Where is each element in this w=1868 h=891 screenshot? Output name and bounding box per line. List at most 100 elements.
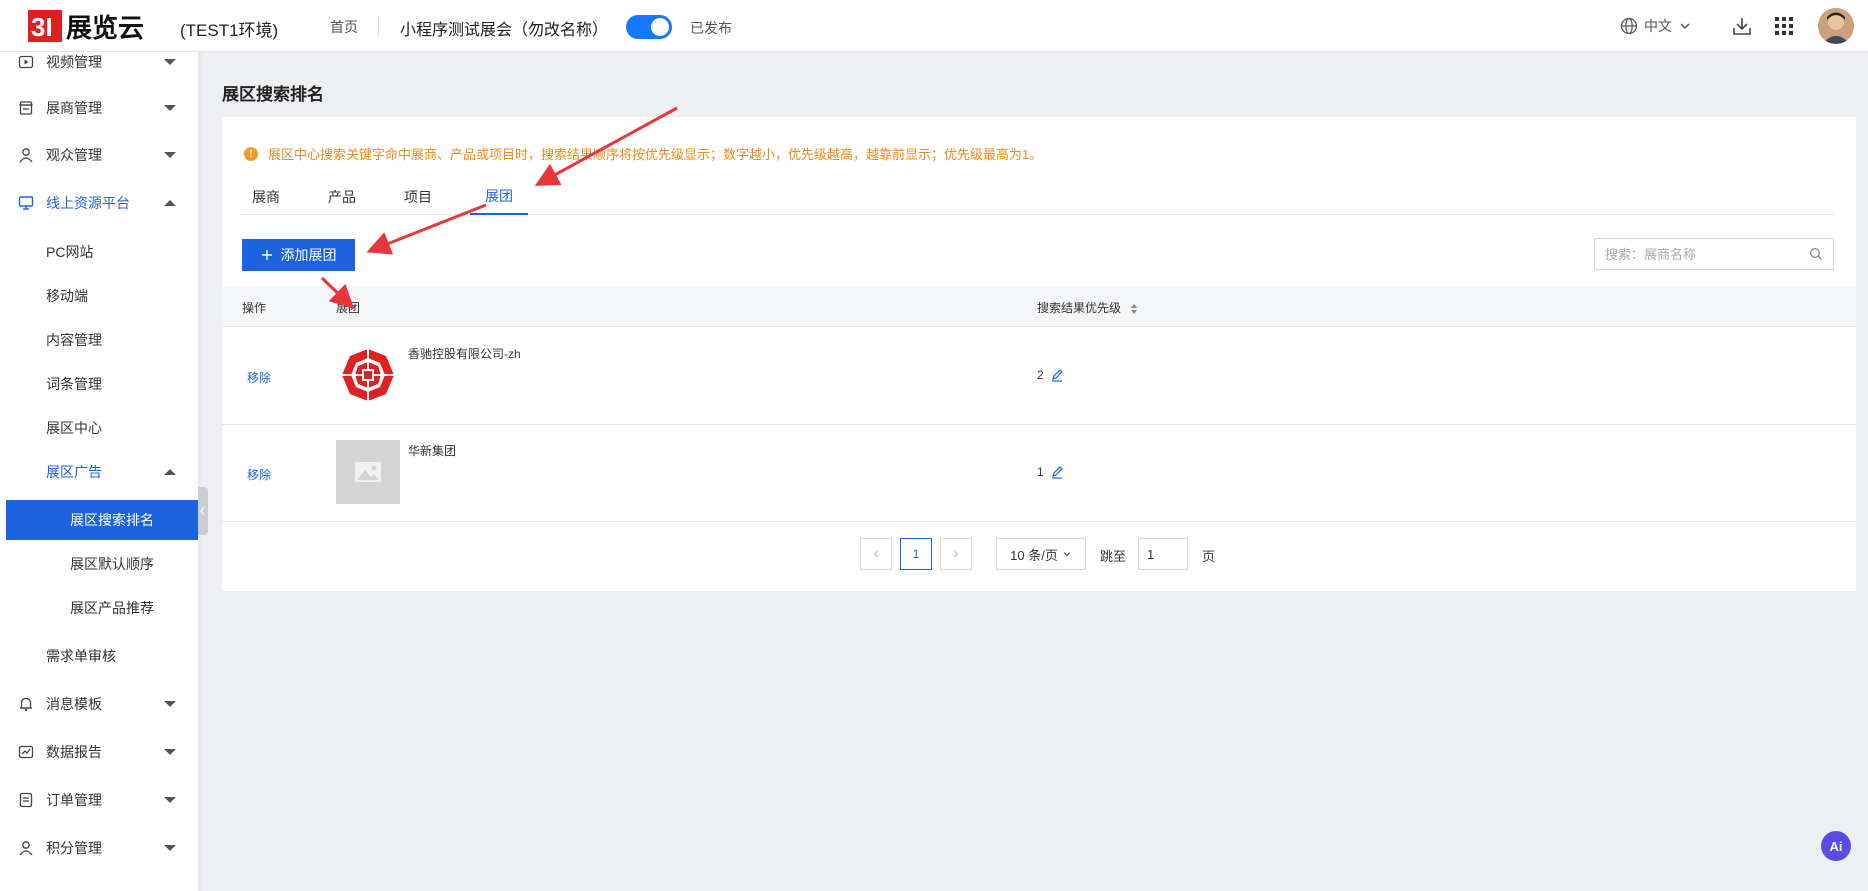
video-icon — [18, 55, 34, 69]
sidebar-item-points[interactable]: 积分管理 — [0, 826, 198, 870]
sidebar-item-label: 展区产品推荐 — [70, 600, 154, 616]
bell-icon — [20, 697, 32, 712]
sidebar-item-label: 线上资源平台 — [46, 195, 130, 211]
publish-status: 已发布 — [690, 20, 732, 36]
sidebar-collapse-handle[interactable] — [198, 487, 208, 535]
remove-link[interactable]: 移除 — [247, 466, 271, 483]
priority-cell: 2 — [1037, 368, 1064, 382]
sidebar-item-orders[interactable]: 订单管理 — [0, 778, 198, 822]
table-row: 移除 华新集团 1 — [222, 425, 1856, 522]
chevron-down-icon — [1063, 552, 1071, 557]
sidebar-item-pc-site[interactable]: PC网站 — [0, 232, 198, 272]
column-header-priority[interactable]: 搜索结果优先级 — [1037, 299, 1138, 316]
caret-down-icon — [164, 701, 176, 707]
chevron-right-icon — [954, 550, 959, 558]
language-selector[interactable]: 中文 — [1620, 15, 1692, 37]
sidebar-item-label: 订单管理 — [46, 792, 102, 808]
delegation-name: 香驰控股有限公司-zh — [408, 347, 521, 361]
notice-banner: ! 展区中心搜索关键字命中展商、产品或项目时，搜索结果顺序将按优先级显示；数字越… — [244, 144, 1042, 163]
delegation-name: 华新集团 — [408, 444, 457, 458]
table-header: 操作 展团 搜索结果优先级 — [222, 287, 1856, 327]
jump-label: 跳至 — [1100, 549, 1127, 564]
caret-down-icon — [164, 152, 176, 158]
apps-grid-icon[interactable] — [1772, 14, 1796, 38]
add-delegation-button[interactable]: 添加展团 — [242, 239, 355, 271]
brand-logo[interactable]: 3I 展览云 — [28, 8, 176, 44]
edit-icon[interactable] — [1050, 368, 1064, 382]
table-row: 移除 香驰控股有限公司-zh 2 — [222, 328, 1856, 425]
prev-page-button[interactable] — [860, 538, 892, 570]
sidebar-item-label: 展区广告 — [46, 464, 102, 480]
sidebar-item-content[interactable]: 内容管理 — [0, 320, 198, 360]
sidebar-item-zone-default-order[interactable]: 展区默认顺序 — [0, 544, 198, 584]
nav-divider — [378, 16, 379, 36]
tab-exhibitors[interactable]: 展商 — [242, 179, 290, 215]
publish-toggle[interactable] — [626, 15, 672, 39]
sidebar-item-online-resources[interactable]: 线上资源平台 — [0, 181, 198, 225]
tab-projects[interactable]: 项目 — [394, 179, 442, 215]
page-button-current[interactable]: 1 — [900, 538, 932, 570]
ai-assistant-button[interactable]: Ai — [1821, 831, 1851, 861]
sidebar-item-label: 数据报告 — [46, 744, 102, 760]
jump-page-input[interactable] — [1138, 538, 1188, 570]
chevron-down-icon — [1680, 23, 1690, 29]
sidebar-item-label: 视频管理 — [46, 54, 102, 70]
sidebar-item-label: 需求单审核 — [46, 648, 116, 664]
sidebar-item-mobile[interactable]: 移动端 — [0, 276, 198, 316]
priority-value: 2 — [1037, 368, 1044, 382]
tab-delegations[interactable]: 展团 — [470, 179, 528, 215]
chevron-left-icon — [873, 550, 878, 558]
sidebar: 视频管理 展商管理 观众管理 线上资源平台 PC网站 移动端 内容管理 词条管理… — [0, 52, 198, 891]
nav-home-link[interactable]: 首页 — [330, 17, 358, 37]
search-box — [1594, 238, 1834, 270]
caret-up-icon — [164, 469, 176, 475]
tab-bar: 展商 产品 项目 展团 — [242, 179, 1834, 215]
points-icon — [19, 841, 33, 856]
sidebar-item-label: 积分管理 — [46, 840, 102, 856]
image-placeholder-icon — [336, 440, 400, 504]
sidebar-item-label: 观众管理 — [46, 147, 102, 163]
top-bar: 3I 展览云 (TEST1环境) 首页 小程序测试展会（勿改名称） 已发布 中文 — [0, 0, 1868, 52]
user-icon — [19, 148, 33, 163]
priority-header-label: 搜索结果优先级 — [1037, 301, 1122, 315]
sidebar-item-zone-product-recommend[interactable]: 展区产品推荐 — [0, 588, 198, 628]
next-page-button[interactable] — [940, 538, 972, 570]
user-avatar[interactable] — [1818, 8, 1854, 44]
sidebar-item-label: 展区搜索排名 — [70, 512, 154, 528]
sidebar-item-label: 展区默认顺序 — [70, 556, 154, 572]
remove-link[interactable]: 移除 — [247, 369, 271, 386]
sidebar-item-visitors[interactable]: 观众管理 — [0, 133, 198, 177]
globe-icon — [1620, 17, 1638, 35]
sidebar-item-label: 词条管理 — [46, 376, 102, 392]
search-input[interactable] — [1605, 246, 1795, 262]
download-icon[interactable] — [1730, 14, 1754, 38]
order-icon — [19, 792, 33, 808]
svg-text:3I: 3I — [31, 12, 53, 42]
plus-icon — [261, 250, 272, 260]
edit-icon[interactable] — [1050, 465, 1064, 479]
sort-icon[interactable] — [1130, 303, 1138, 315]
tab-products[interactable]: 产品 — [318, 179, 366, 215]
column-header-delegation: 展团 — [336, 301, 361, 315]
sidebar-item-message-templates[interactable]: 消息模板 — [0, 682, 198, 726]
content-card: ! 展区中心搜索关键字命中展商、产品或项目时，搜索结果顺序将按优先级显示；数字越… — [222, 117, 1856, 591]
sidebar-item-video[interactable]: 视频管理 — [0, 52, 198, 84]
caret-down-icon — [164, 105, 176, 111]
column-header-action: 操作 — [242, 301, 267, 315]
page-title: 展区搜索排名 — [222, 85, 324, 104]
sidebar-item-zone-search-ranking[interactable]: 展区搜索排名 — [6, 500, 198, 540]
search-icon[interactable] — [1809, 247, 1823, 261]
sidebar-item-zone-center[interactable]: 展区中心 — [0, 408, 198, 448]
priority-cell: 1 — [1037, 465, 1064, 479]
page-size-select[interactable]: 10 条/页 — [996, 538, 1086, 570]
monitor-icon — [18, 196, 34, 210]
sidebar-shadow — [198, 52, 204, 891]
sidebar-item-exhibitors[interactable]: 展商管理 — [0, 86, 198, 130]
add-button-label: 添加展团 — [280, 247, 337, 263]
sidebar-item-data-reports[interactable]: 数据报告 — [0, 730, 198, 774]
sidebar-item-zone-ads[interactable]: 展区广告 — [0, 452, 198, 492]
priority-value: 1 — [1037, 465, 1044, 479]
sidebar-item-terms[interactable]: 词条管理 — [0, 364, 198, 404]
sidebar-item-demand-review[interactable]: 需求单审核 — [0, 636, 198, 676]
caret-down-icon — [164, 797, 176, 803]
